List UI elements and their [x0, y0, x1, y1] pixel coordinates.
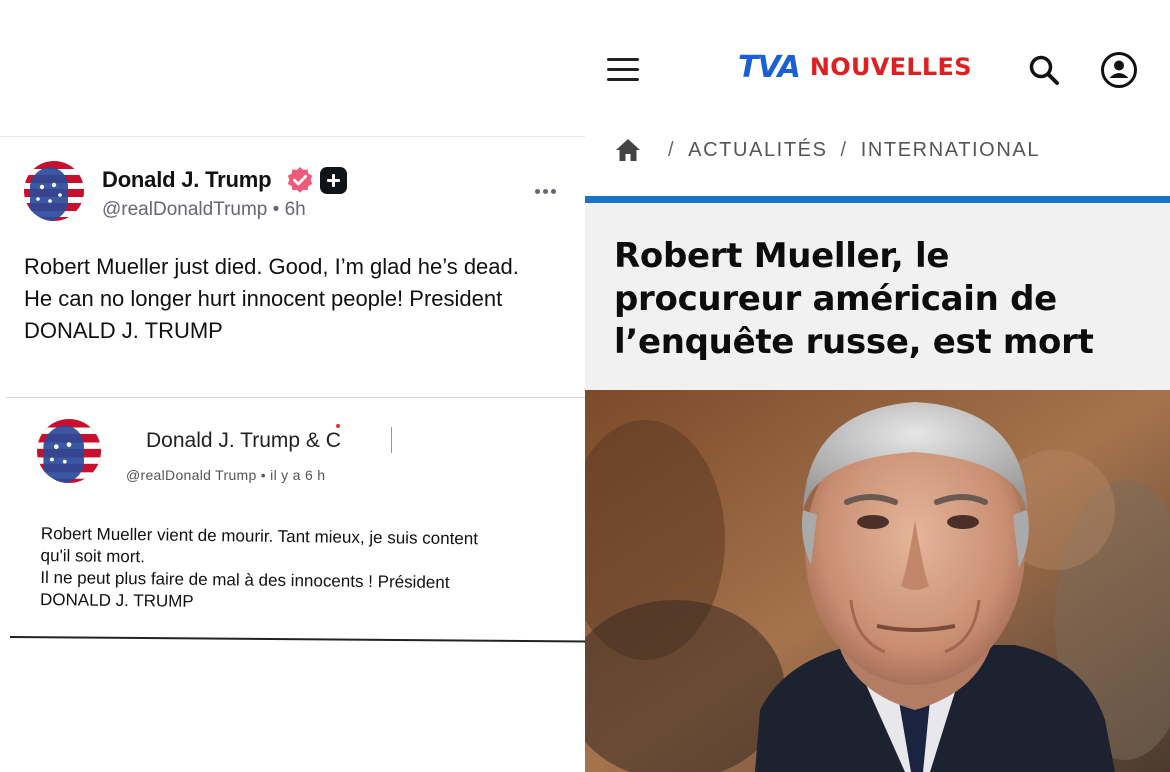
timestamp[interactable]: 6h — [285, 199, 306, 220]
headline-line: procureur américain de — [614, 279, 1057, 319]
headline-line: l’enquête russe, est mort — [614, 322, 1094, 362]
accent-bar — [585, 196, 1170, 203]
tva-logo-text: TVA — [738, 49, 801, 85]
user-icon[interactable] — [1100, 51, 1138, 89]
more-icon[interactable] — [533, 189, 559, 195]
breadcrumb-separator: / — [840, 138, 848, 161]
post-text-line: DONALD J. TRUMP — [24, 318, 223, 343]
breadcrumb: / ACTUALITÉS / INTERNATIONAL — [615, 134, 1040, 166]
breadcrumb-item-international[interactable]: INTERNATIONAL — [861, 139, 1040, 162]
news-article-panel: TVA NOUVELLES / ACTUALITÉS / INTERNATION… — [585, 0, 1170, 772]
post-text-line: Robert Mueller just died. Good, I’m glad… — [24, 254, 519, 279]
redaction-box — [356, 427, 392, 453]
social-post-panel: Donald J. Trump @realDonaldTrump • 6h Ro… — [0, 0, 587, 772]
plus-icon — [320, 167, 347, 194]
display-name: Donald J. Trump & C — [146, 429, 341, 452]
display-name[interactable]: Donald J. Trump — [102, 167, 272, 193]
home-icon[interactable] — [615, 137, 641, 163]
site-logo[interactable]: TVA NOUVELLES — [738, 49, 972, 85]
translated-post-card: Donald J. Trump & C @realDonald Trump • … — [6, 397, 585, 642]
avatar — [37, 419, 101, 483]
post-text: Robert Mueller just died. Good, I’m glad… — [24, 251, 569, 347]
tva-logo: TVA — [738, 49, 801, 85]
separator-dot: • — [272, 199, 285, 220]
post-card: Donald J. Trump @realDonaldTrump • 6h Ro… — [0, 136, 585, 398]
nouvelles-logo-text: NOUVELLES — [809, 53, 972, 81]
handle-line: @realDonaldTrump • 6h — [102, 199, 306, 221]
breadcrumb-separator: / — [668, 138, 676, 161]
handle[interactable]: @realDonaldTrump — [102, 199, 267, 220]
headline-container: Robert Mueller, le procureur américain d… — [585, 203, 1170, 390]
avatar[interactable] — [24, 161, 84, 221]
handle-line: @realDonald Trump • il y a 6 h — [126, 467, 326, 483]
post-text-line: He can no longer hurt innocent people! P… — [24, 286, 503, 311]
redaction-mark — [336, 424, 340, 428]
headline-line: Robert Mueller, le — [614, 236, 950, 276]
post-text: Robert Mueller vient de mourir. Tant mie… — [40, 523, 576, 618]
breadcrumb-item-actualites[interactable]: ACTUALITÉS — [688, 139, 827, 162]
verified-icon — [287, 167, 313, 193]
article-headline: Robert Mueller, le procureur américain d… — [614, 235, 1154, 364]
search-icon[interactable] — [1028, 54, 1060, 86]
divider — [6, 397, 585, 398]
menu-icon[interactable] — [607, 58, 639, 82]
article-photo — [585, 390, 1170, 772]
